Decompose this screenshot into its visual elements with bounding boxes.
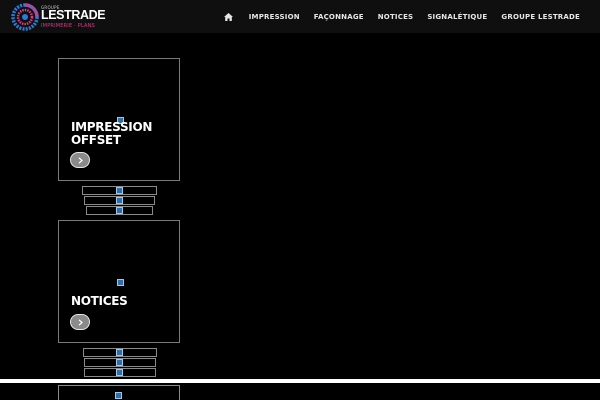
card-title-line: IMPRESSION (71, 120, 153, 134)
card-partial[interactable] (58, 385, 180, 400)
card-impression-offset[interactable]: IMPRESSION OFFSET (58, 58, 180, 181)
nav-item-notices[interactable]: NOTICES (378, 13, 414, 21)
image-placeholder-icon (115, 392, 122, 399)
card-more-button[interactable] (70, 152, 90, 168)
image-placeholder-icon (117, 279, 124, 286)
chevron-right-icon (78, 318, 83, 326)
home-icon[interactable] (223, 11, 235, 23)
image-placeholder-icon (115, 187, 123, 194)
nav-item-impression[interactable]: IMPRESSION (249, 13, 300, 21)
brand-name: LESTRADE (41, 8, 106, 22)
page: GROUPE LESTRADE IMPRIMERIE · PLANS IMPRE… (0, 0, 600, 400)
page-divider (0, 379, 600, 383)
image-placeholder-icon (116, 369, 123, 376)
chevron-right-icon (78, 156, 83, 164)
thumbnail-box[interactable] (84, 358, 156, 367)
image-placeholder-icon (116, 349, 123, 356)
thumbnail-box[interactable] (86, 206, 153, 215)
card-more-button[interactable] (70, 314, 90, 330)
thumbnail-box[interactable] (84, 368, 156, 377)
site-header: GROUPE LESTRADE IMPRIMERIE · PLANS IMPRE… (0, 0, 600, 33)
brand-tagline: IMPRIMERIE · PLANS (41, 23, 95, 29)
main-nav: IMPRESSION FAÇONNAGE NOTICES SIGNALÉTIQU… (223, 0, 600, 33)
card-title-line: NOTICES (71, 294, 128, 308)
image-placeholder-icon (116, 359, 123, 366)
thumbnail-box[interactable] (82, 186, 157, 195)
logo-mark-icon (11, 3, 39, 31)
thumbnail-box[interactable] (84, 196, 155, 205)
card-title: IMPRESSION OFFSET (71, 121, 152, 146)
card-notices[interactable]: NOTICES (58, 220, 180, 343)
thumbnail-box[interactable] (83, 348, 157, 357)
brand-logo[interactable]: GROUPE LESTRADE IMPRIMERIE · PLANS (11, 3, 111, 31)
card-title-line: OFFSET (71, 132, 121, 147)
nav-item-signaletique[interactable]: SIGNALÉTIQUE (427, 13, 487, 21)
image-placeholder-icon (115, 207, 123, 214)
image-placeholder-icon (115, 197, 123, 204)
nav-item-groupe-lestrade[interactable]: GROUPE LESTRADE (501, 13, 580, 21)
card-title: NOTICES (71, 294, 128, 308)
nav-item-faconnage[interactable]: FAÇONNAGE (314, 13, 364, 21)
